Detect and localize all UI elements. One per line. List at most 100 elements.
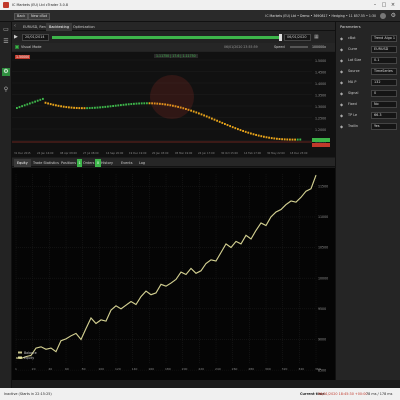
parameter-value-input[interactable]: 0.1 <box>371 57 397 64</box>
minimize-button[interactable]: – <box>372 2 378 8</box>
current-time: 06/01/2020 18:45:30 +00:00 <box>318 392 368 396</box>
tab-history[interactable]: History <box>98 159 116 167</box>
equity-x-tick: 20 <box>32 367 36 371</box>
price-y-tick: 1.2500 <box>315 117 326 121</box>
gear-icon[interactable]: ⚙ <box>2 68 10 76</box>
parameter-value-input[interactable]: 132 <box>371 79 397 86</box>
price-x-tick: 24 Jan 16:00 <box>37 151 54 155</box>
renko-brick <box>268 136 270 139</box>
parameter-row: ◆ Signal 0 <box>336 89 400 99</box>
equity-x-tick: 160 <box>148 367 154 371</box>
parameter-row: ◆ cBot Trend Algo 1 <box>336 34 400 44</box>
renko-brick <box>234 127 237 130</box>
renko-brick <box>213 118 216 121</box>
progress-handle[interactable] <box>279 34 282 41</box>
renko-brick <box>148 102 151 105</box>
renko-brick <box>114 104 117 107</box>
equity-chart[interactable]: 11500 11000 10500 10000 9500 9000 8500 1 20 40 60 8… <box>12 168 335 380</box>
renko-brick <box>23 104 26 107</box>
visual-mode-checkbox[interactable] <box>15 45 19 49</box>
close-button[interactable]: × <box>390 2 396 8</box>
price-x-tick: 08 Apr 08:00 <box>60 151 77 155</box>
renko-brick <box>125 103 127 106</box>
renko-brick <box>221 121 224 124</box>
parameter-value-input[interactable]: No <box>371 101 397 108</box>
tab-events[interactable]: Events <box>118 159 135 167</box>
equity-y-tick: 11000 <box>318 215 328 219</box>
renko-brick <box>229 125 231 128</box>
app-logo-icon <box>3 2 9 8</box>
renko-brick <box>96 106 99 109</box>
price-x-tick: 19 Dec 19:00 <box>129 151 147 155</box>
renko-brick <box>34 100 36 103</box>
renko-brick <box>296 138 299 141</box>
renko-brick <box>62 105 65 108</box>
parameter-label: Trailin <box>348 124 359 128</box>
tab-label: Log <box>139 161 146 165</box>
tab-equity[interactable]: Equity <box>14 159 31 167</box>
parameter-value-input[interactable]: Trend Algo 1 <box>371 35 397 42</box>
tab-label: Positions <box>61 161 76 165</box>
search-icon[interactable]: ⚲ <box>2 86 10 94</box>
parameters-panel: Parameters ◆ cBot Trend Algo 1 ◆ Curre EURUSD… <box>335 22 400 380</box>
backtest-progress-bar[interactable] <box>52 36 280 39</box>
renko-brick <box>276 137 278 140</box>
equity-x-tick: 100 <box>98 367 104 371</box>
back-button[interactable]: Back <box>14 12 29 20</box>
renko-brick <box>26 103 29 106</box>
renko-brick <box>278 138 281 141</box>
renko-brick <box>143 102 146 105</box>
parameter-value-input[interactable]: TimeSeries <box>371 68 397 75</box>
renko-brick <box>81 107 83 110</box>
user-icon[interactable] <box>380 13 386 19</box>
parameter-value-input[interactable]: 66.3 <box>371 112 397 119</box>
new-cbot-button[interactable]: New cBot <box>28 12 51 20</box>
renko-brick <box>52 103 55 106</box>
price-x-tick: 18 Dec 23:00 <box>290 151 308 155</box>
window-title: IC Markets (EU) Ltd cTrader 3.0.8 <box>12 3 68 7</box>
speed-slider[interactable] <box>290 46 308 48</box>
parameter-label: Curre <box>348 47 358 51</box>
renko-brick <box>78 107 81 110</box>
watermark-logo <box>150 75 194 119</box>
price-tag-green <box>312 138 330 142</box>
renko-brick <box>224 122 226 125</box>
renko-brick <box>260 135 263 138</box>
price-x-tick: 16 Sep 20:00 <box>106 151 124 155</box>
renko-brick <box>117 104 120 107</box>
renko-brick <box>242 129 244 132</box>
price-chart[interactable]: 1.5000 1.4500 1.4000 1.3500 1.3000 1.2500 1.20… <box>12 52 335 157</box>
parameter-type-icon: ◆ <box>340 47 344 52</box>
renko-brick <box>291 138 294 141</box>
parameter-type-icon: ◆ <box>340 80 344 85</box>
parameter-type-icon: ◆ <box>340 124 344 129</box>
parameter-row: ◆ MA P 132 <box>336 78 400 88</box>
start-date-input[interactable]: 20/01/2014 <box>22 34 49 41</box>
monitor-icon[interactable]: ▭ <box>2 26 10 34</box>
end-date-input[interactable]: 06/01/2020 <box>284 34 311 41</box>
renko-brick <box>216 119 218 122</box>
maximize-button[interactable]: □ <box>381 2 387 8</box>
collapse-icon[interactable]: ‹ <box>14 23 16 29</box>
tab-log[interactable]: Log <box>136 159 148 167</box>
parameter-label: Fixed <box>348 102 357 106</box>
left-sidebar: ▭ ☰ ⚙ ⚲ <box>0 22 12 400</box>
tab-optimization[interactable]: Optimization <box>70 23 98 31</box>
tab-label: Events <box>121 161 133 165</box>
play-button[interactable]: ▶ <box>14 34 18 40</box>
settings-gear-icon[interactable]: ⚙ <box>391 12 396 19</box>
parameter-value-input[interactable]: EURUSD <box>371 46 397 53</box>
tab-label: History <box>101 161 114 165</box>
equity-x-tick: 280 <box>248 367 254 371</box>
list-icon[interactable]: ☰ <box>2 38 10 46</box>
parameter-label: Signal <box>348 91 359 95</box>
tab-backtesting[interactable]: Backtesting <box>46 23 72 31</box>
account-info[interactable]: IC Markets (EU) Ltd • Demo • 3690817 • H… <box>265 14 376 18</box>
parameter-value-input[interactable]: 0 <box>371 90 397 97</box>
parameter-value-input[interactable]: Yes <box>371 123 397 130</box>
renko-brick <box>130 103 133 106</box>
speed-value: 100000x <box>312 45 327 49</box>
calendar-icon[interactable]: ▦ <box>314 34 319 40</box>
tab-label: Trade Statistics <box>33 161 59 165</box>
backtest-tabs: ‹ EURUSD, Ren1 Backtesting Optimization <box>12 22 335 31</box>
